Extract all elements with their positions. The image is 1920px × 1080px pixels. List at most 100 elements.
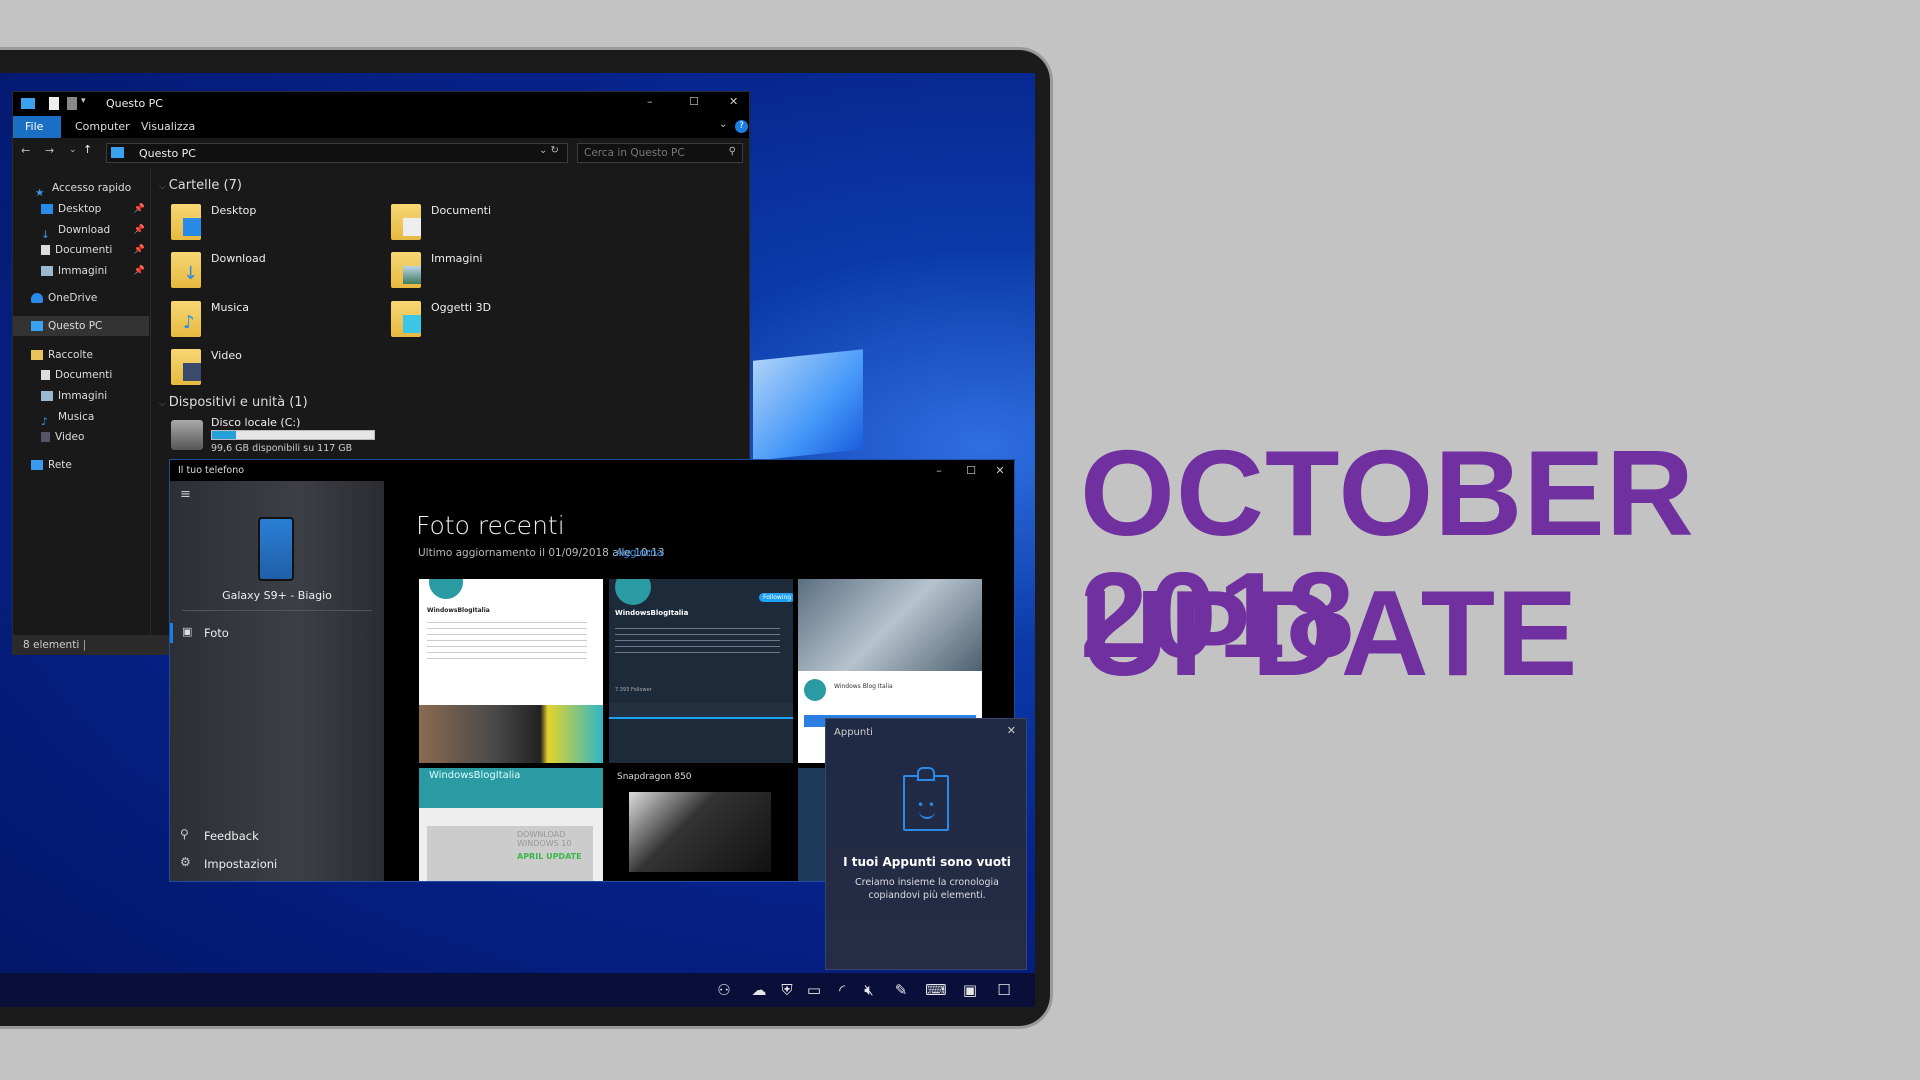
pin-icon[interactable]: 📌 <box>134 240 145 260</box>
nav-item-onedrive[interactable]: OneDrive <box>13 288 149 308</box>
maximize-button[interactable]: ☐ <box>689 95 699 108</box>
nav-item-immagini[interactable]: Immagini 📌 <box>13 261 149 281</box>
window-title: Il tuo telefono <box>178 465 245 476</box>
expand-ribbon-icon[interactable]: ⌄ <box>719 119 727 130</box>
folder-icon <box>391 301 421 337</box>
title-bar: ▾ Questo PC – ☐ ✕ <box>13 92 749 116</box>
download-icon: ↓ <box>41 229 50 241</box>
folder-icon: ↓ <box>171 252 201 288</box>
drive-icon <box>171 420 203 450</box>
sidebar: ≡ Galaxy S9+ - Biagio ▣ Foto ⚲ Feedback ⚙… <box>170 481 384 881</box>
pictures-icon <box>41 391 53 401</box>
computer-icon <box>31 321 43 331</box>
clipboard-panel: Appunti ✕ • • I tuoi Appunti sono vuoti … <box>825 718 1027 970</box>
music-icon: ♪ <box>41 416 48 428</box>
maximize-button[interactable]: ☐ <box>955 460 987 481</box>
star-icon: ★ <box>35 187 45 199</box>
search-input[interactable]: Cerca in Questo PC ⚲ <box>577 143 743 163</box>
address-row: ← → ⌄ ↑ Questo PC ⌄ ↻ Cerca in Questo PC… <box>13 138 749 168</box>
folder-desktop[interactable]: Desktop <box>171 204 371 248</box>
action-center-icon[interactable]: ☐ <box>993 979 1015 1001</box>
new-folder-icon[interactable] <box>67 97 77 110</box>
hamburger-menu-icon[interactable]: ≡ <box>180 487 191 502</box>
nav-item-download[interactable]: ↓ Download 📌 <box>13 220 149 241</box>
cloud-icon <box>31 293 43 303</box>
folder-download[interactable]: ↓ Download <box>171 252 371 296</box>
breadcrumb[interactable]: Questo PC <box>139 147 196 160</box>
recent-locations-icon[interactable]: ⌄ <box>69 145 77 155</box>
keyboard-icon[interactable]: ⌨ <box>923 979 949 1001</box>
folder-oggetti-3d[interactable]: Oggetti 3D <box>391 301 591 345</box>
nav-item-video[interactable]: Video <box>13 427 149 447</box>
photo-thumbnail[interactable]: Snapdragon 850 <box>609 768 793 881</box>
pin-icon[interactable]: 📌 <box>134 220 145 240</box>
close-button[interactable]: ✕ <box>729 95 738 108</box>
battery-icon[interactable]: ▭ <box>803 979 825 1001</box>
pen-icon[interactable]: ✎ <box>890 979 912 1001</box>
clipboard-icon: • • <box>903 767 949 831</box>
navigation-pane: ★ Accesso rapido Desktop 📌 ↓ Download 📌 Docu… <box>13 168 151 638</box>
minimize-button[interactable]: – <box>923 460 955 481</box>
forward-icon[interactable]: → <box>45 144 54 157</box>
folder-video[interactable]: Video <box>171 349 371 393</box>
quick-access-dropdown-icon[interactable]: ▾ <box>81 96 86 106</box>
folder-immagini[interactable]: Immagini <box>391 252 591 296</box>
defender-icon[interactable]: ⛨ <box>776 979 798 1001</box>
photo-icon: ▣ <box>182 625 193 638</box>
document-icon <box>41 370 50 380</box>
settings-button[interactable]: ⚙ Impostazioni <box>170 853 384 875</box>
nav-item-rete[interactable]: Rete <box>13 455 149 475</box>
folder-documenti[interactable]: Documenti <box>391 204 591 248</box>
document-icon <box>41 245 50 255</box>
folder-icon <box>391 204 421 240</box>
nav-item-documenti[interactable]: Documenti 📌 <box>13 240 149 260</box>
photo-thumbnail[interactable]: WindowsBlogItalia DOWNLOAD WINDOWS 10 AP… <box>419 768 603 881</box>
nav-item-questo-pc[interactable]: Questo PC <box>13 316 149 336</box>
tab-visualizza[interactable]: Visualizza <box>129 116 207 138</box>
help-icon[interactable]: ? <box>735 120 748 133</box>
touchpad-icon[interactable]: ▣ <box>959 979 981 1001</box>
close-button[interactable]: ✕ <box>984 460 1016 481</box>
onedrive-icon[interactable]: ☁ <box>748 979 770 1001</box>
phone-icon <box>258 517 294 581</box>
minimize-button[interactable]: – <box>647 95 653 108</box>
network-icon <box>31 460 43 470</box>
refresh-link[interactable]: Aggiorna <box>616 547 663 559</box>
folder-icon: ♪ <box>171 301 201 337</box>
nav-item-raccolte[interactable]: Raccolte <box>13 345 149 365</box>
close-button[interactable]: ✕ <box>1007 724 1016 737</box>
drive-usage-bar <box>211 430 375 440</box>
photo-thumbnail[interactable]: WindowsBlogItalia <box>419 579 603 763</box>
nav-item-raccolte-immagini[interactable]: Immagini <box>13 386 149 406</box>
desktop-icon <box>41 204 53 214</box>
drive-c[interactable]: Disco locale (C:) 99,6 GB disponibili su… <box>171 416 431 460</box>
nav-item-raccolte-documenti[interactable]: Documenti <box>13 365 149 385</box>
photo-thumbnail[interactable]: Following WindowsBlogItalia 7.393 Follow… <box>609 579 793 763</box>
video-icon <box>41 432 50 442</box>
up-icon[interactable]: ↑ <box>83 143 92 156</box>
refresh-icon[interactable]: ⌄ ↻ <box>539 145 559 156</box>
feedback-icon: ⚲ <box>180 827 189 841</box>
feedback-button[interactable]: ⚲ Feedback <box>170 825 384 847</box>
wifi-icon[interactable]: ◜ <box>831 979 853 1001</box>
nav-item-musica[interactable]: ♪ Musica <box>13 407 149 428</box>
people-icon[interactable]: ⚇ <box>713 979 735 1001</box>
properties-icon[interactable] <box>49 97 59 110</box>
address-bar[interactable]: Questo PC ⌄ ↻ <box>106 143 568 163</box>
section-cartelle[interactable]: ⌵ Cartelle (7) <box>159 178 242 193</box>
folder-musica[interactable]: ♪ Musica <box>171 301 371 345</box>
search-icon: ⚲ <box>728 146 736 157</box>
nav-item-quick-access[interactable]: ★ Accesso rapido <box>13 178 149 199</box>
tab-file[interactable]: File <box>13 116 61 138</box>
nav-item-foto[interactable]: ▣ Foto <box>170 621 384 645</box>
volume-muted-icon[interactable]: 🔇︎ <box>858 979 880 1001</box>
photo-thumbnail[interactable] <box>798 768 828 881</box>
nav-item-desktop[interactable]: Desktop 📌 <box>13 199 149 219</box>
computer-icon <box>111 147 124 158</box>
section-dispositivi[interactable]: ⌵ Dispositivi e unità (1) <box>159 395 308 410</box>
empty-text: Creiamo insieme la cronologia copiandovi… <box>855 877 999 901</box>
pictures-icon <box>41 266 53 276</box>
pin-icon[interactable]: 📌 <box>134 199 145 219</box>
back-icon[interactable]: ← <box>21 144 30 157</box>
pin-icon[interactable]: 📌 <box>134 261 145 281</box>
